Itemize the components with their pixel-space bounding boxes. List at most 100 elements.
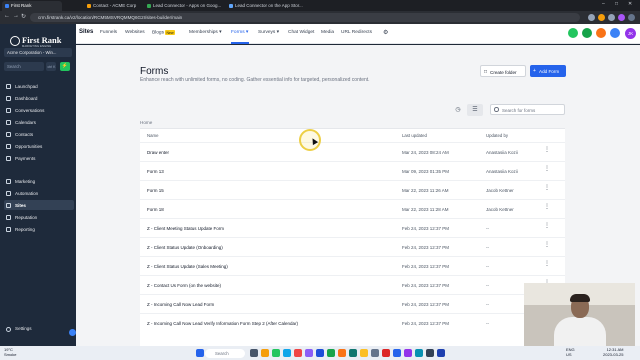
page-title: Forms (140, 66, 169, 77)
settings-gear-icon[interactable]: ⚙ (383, 29, 388, 36)
more-options-icon[interactable]: ⋮ (544, 204, 550, 210)
url-field[interactable]: crm.firstrank.ca/v2/location/RCM5MSVRQMM… (30, 13, 580, 22)
sidebar-item-reputation[interactable]: Reputation (4, 212, 74, 222)
list-view-icon[interactable]: ☰ (467, 104, 483, 116)
recent-view-icon[interactable]: ◷ (450, 104, 466, 116)
tab-media[interactable]: Media (321, 30, 334, 35)
app-icon[interactable] (349, 349, 357, 357)
chrome-icon[interactable] (360, 349, 368, 357)
sidebar-item-settings[interactable]: Settings (4, 326, 32, 332)
table-row[interactable]: Form 15 Mar 22, 2023 11:26 AM Jacob Kettne… (140, 180, 565, 199)
sidebar-item-contacts[interactable]: Contacts (4, 129, 74, 139)
more-options-icon[interactable]: ⋮ (544, 185, 550, 191)
browser-tab[interactable]: Contact - ACME Corp (84, 1, 142, 11)
sidebar-item-launchpad[interactable]: Launchpad (4, 81, 74, 91)
more-options-icon[interactable]: ⋮ (544, 166, 550, 172)
edge-icon[interactable] (283, 349, 291, 357)
bell-icon[interactable] (596, 28, 606, 38)
column-header-updated-by[interactable]: Updated by (486, 133, 508, 138)
sidebar-search-input[interactable]: Search (4, 62, 44, 71)
breadcrumb[interactable]: Home (140, 120, 152, 125)
table-row[interactable]: Z - Client Meeting Status Update Form Feb… (140, 218, 565, 237)
sidebar-item-sites[interactable]: Sites (4, 200, 74, 210)
sidebar-item-automation[interactable]: Automation (4, 188, 74, 198)
table-row[interactable]: Z - Contact Us Form (on the website) Feb … (140, 275, 565, 294)
tab-websites[interactable]: Websites (125, 30, 145, 35)
start-icon[interactable] (196, 349, 204, 357)
app-icon[interactable] (305, 349, 313, 357)
app-icon[interactable] (382, 349, 390, 357)
file-explorer-icon[interactable] (261, 349, 269, 357)
app-icon[interactable] (294, 349, 302, 357)
more-options-icon[interactable]: ⋮ (544, 242, 550, 248)
form-name: Z - Client Status Update (Onboarding) (147, 245, 223, 250)
browser-tab[interactable]: First Rank (2, 1, 62, 11)
tab-forms[interactable]: Forms ▾ (231, 30, 248, 35)
chat-icon[interactable] (582, 28, 592, 38)
tab-surveys[interactable]: Surveys ▾ (258, 30, 279, 35)
sidebar-item-reporting[interactable]: Reporting (4, 224, 74, 234)
table-row[interactable]: Form 18 Mar 22, 2023 11:28 AM Jacob Kettne… (140, 199, 565, 218)
table-row[interactable]: Z - Incoming Call Now Lead Verify Inform… (140, 313, 565, 332)
extension-icon[interactable] (598, 14, 605, 21)
avatar[interactable]: JK (625, 28, 636, 39)
more-options-icon[interactable]: ⋮ (544, 261, 550, 267)
sidebar-item-calendars[interactable]: Calendars (4, 117, 74, 127)
app-icon[interactable] (272, 349, 280, 357)
phone-icon[interactable] (568, 28, 578, 38)
add-form-button[interactable]: + Add Form (530, 65, 566, 77)
app-icon[interactable] (338, 349, 346, 357)
back-icon[interactable]: ← (4, 13, 10, 19)
app-icon[interactable] (437, 349, 445, 357)
app-icon[interactable] (393, 349, 401, 357)
app-icon[interactable] (327, 349, 335, 357)
app-icon[interactable] (316, 349, 324, 357)
sidebar-item-opportunities[interactable]: Opportunities (4, 141, 74, 151)
browser-tab[interactable]: Lead Connector on the App Stor... (226, 1, 306, 11)
table-row[interactable]: Z - Incoming Call Now Lead Form Feb 24, 2… (140, 294, 565, 313)
create-folder-button[interactable]: □ Create folder (480, 65, 526, 77)
app-icon[interactable] (426, 349, 434, 357)
tab-memberships[interactable]: Memberships ▾ (189, 30, 222, 35)
account-switcher[interactable]: Acme Corporation - Win... (4, 48, 72, 57)
tab-chat-widget[interactable]: Chat Widget (288, 30, 314, 35)
search-forms-input[interactable]: Search for forms (490, 104, 565, 115)
extension-icon[interactable] (588, 14, 595, 21)
menu-icon[interactable] (628, 14, 635, 21)
app-icon[interactable] (404, 349, 412, 357)
sidebar-item-payments[interactable]: Payments (4, 153, 74, 163)
tab-url-redirects[interactable]: URL Redirects (341, 30, 372, 35)
sidebar-item-conversations[interactable]: Conversations (4, 105, 74, 115)
maximize-button[interactable]: □ (615, 1, 618, 7)
tab-blogs[interactable]: Blogs New (152, 30, 176, 36)
sidebar-item-dashboard[interactable]: Dashboard (4, 93, 74, 103)
app-icon[interactable] (415, 349, 423, 357)
help-icon[interactable] (610, 28, 620, 38)
sidebar-item-marketing[interactable]: Marketing (4, 176, 74, 186)
system-tray[interactable]: ENG US (566, 347, 575, 357)
profile-icon[interactable] (618, 14, 625, 21)
task-view-icon[interactable] (250, 349, 258, 357)
reload-icon[interactable]: ↻ (21, 13, 26, 20)
close-window-button[interactable]: ✕ (628, 1, 632, 7)
collapse-sidebar-icon[interactable] (69, 329, 76, 336)
app-icon[interactable] (371, 349, 379, 357)
extension-icon[interactable] (608, 14, 615, 21)
browser-tab[interactable]: Lead Connector - Apps on Goog... (144, 1, 222, 11)
quick-action-icon[interactable]: ⚡ (60, 62, 70, 71)
clock[interactable]: 12:31 AM 2023-03-25 (603, 347, 623, 357)
contacts-icon (6, 131, 11, 137)
column-header-last-updated[interactable]: Last updated (402, 133, 427, 138)
tab-funnels[interactable]: Funnels (100, 30, 117, 35)
table-row[interactable]: Form 13 Mar 09, 2023 01:35 PM Anastasiia K… (140, 161, 565, 180)
table-row[interactable]: Draw enter Mar 24, 2023 08:24 AM Anastasii… (140, 142, 565, 161)
column-header-name[interactable]: Name (147, 133, 158, 138)
taskbar-search-input[interactable]: Search (205, 348, 245, 358)
table-row[interactable]: Z - Client Status Update (Sales Meeting)… (140, 256, 565, 275)
table-row[interactable]: Z - Client Status Update (Onboarding) Feb… (140, 237, 565, 256)
forward-icon[interactable]: → (13, 13, 19, 19)
weather-widget[interactable]: 19°C Smoke (4, 347, 16, 357)
more-options-icon[interactable]: ⋮ (544, 223, 550, 229)
more-options-icon[interactable]: ⋮ (544, 147, 550, 153)
minimize-button[interactable]: – (602, 1, 605, 7)
